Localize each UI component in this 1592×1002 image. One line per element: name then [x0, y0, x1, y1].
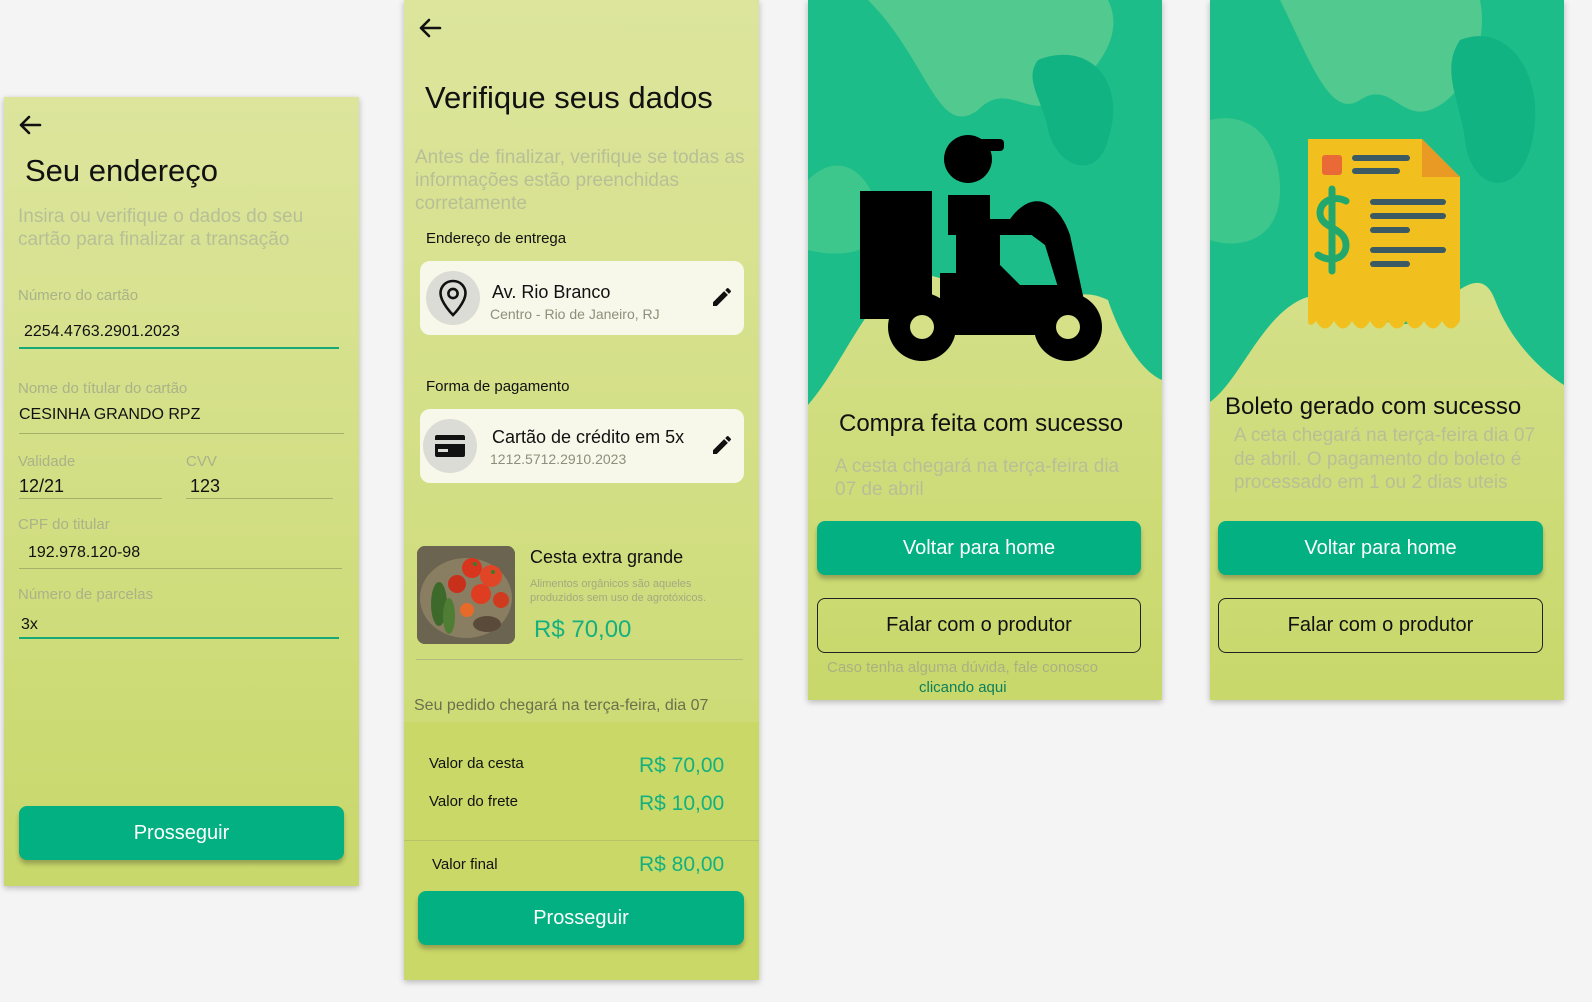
- home-button[interactable]: Voltar para home: [1218, 521, 1543, 575]
- edit-pencil-icon[interactable]: [710, 433, 734, 457]
- cvv-underline: [186, 498, 333, 499]
- summary-divider: [404, 840, 759, 841]
- home-button[interactable]: Voltar para home: [817, 521, 1141, 575]
- continue-button[interactable]: Prosseguir: [19, 806, 344, 860]
- installments-field[interactable]: 3x: [21, 616, 38, 634]
- card-number-field[interactable]: 2254.4763.2901.2023: [24, 323, 180, 341]
- screen-verify: Verifique seus dados Antes de finalizar,…: [404, 0, 759, 980]
- product-name: Cesta extra grande: [530, 547, 684, 567]
- installments-label: Número de parcelas: [18, 586, 154, 603]
- address-card[interactable]: Av. Rio Branco Centro - Rio de Janeiro, …: [420, 261, 744, 335]
- product-divider: [416, 659, 743, 660]
- page-title: Verifique seus dados: [425, 80, 713, 115]
- product-image: [417, 546, 515, 644]
- back-arrow-icon[interactable]: [16, 111, 44, 139]
- screen-boleto: Boleto gerado com sucesso A ceta chegará…: [1210, 0, 1564, 700]
- holder-name-field[interactable]: CESINHA GRANDO RPZ: [19, 406, 200, 424]
- product-description: Alimentos orgânicos são aqueles produzid…: [530, 578, 707, 604]
- cpf-label: CPF do titular: [18, 516, 110, 533]
- validity-underline: [19, 498, 162, 499]
- edit-pencil-icon[interactable]: [710, 285, 734, 309]
- page-subtitle: Insira ou verifique o dados do seu cartã…: [18, 206, 304, 250]
- product-price: R$ 70,00: [534, 616, 632, 643]
- cvv-field[interactable]: 123: [190, 476, 220, 497]
- back-arrow-icon[interactable]: [416, 14, 444, 42]
- basket-value-label: Valor da cesta: [429, 755, 524, 772]
- total-label: Valor final: [432, 856, 498, 873]
- continue-button[interactable]: Prosseguir: [418, 891, 744, 945]
- validity-label: Validade: [18, 453, 76, 470]
- delivery-scooter-icon: [860, 135, 1102, 361]
- location-pin-icon: [439, 279, 467, 317]
- payment-method: Cartão de crédito em 5x: [492, 427, 685, 447]
- card-icon-wrap: [423, 419, 477, 473]
- basket-value: R$ 70,00: [639, 754, 725, 777]
- page-title: Seu endereço: [25, 153, 219, 188]
- vegetables-photo: [417, 546, 515, 644]
- success-message: A cesta chegará na terça-feira dia 07 de…: [835, 456, 1120, 500]
- contact-producer-button[interactable]: Falar com o produtor: [817, 598, 1141, 653]
- boleto-message: A ceta chegará na terça-feira dia 07 de …: [1234, 425, 1536, 493]
- shipping-value: R$ 10,00: [639, 792, 725, 815]
- shipping-value-label: Valor do frete: [429, 793, 518, 810]
- contact-producer-button[interactable]: Falar com o produtor: [1218, 598, 1543, 653]
- address-street: Av. Rio Branco: [492, 282, 611, 302]
- success-title: Compra feita com sucesso: [839, 410, 1124, 437]
- total-value: R$ 80,00: [639, 853, 725, 876]
- cpf-underline: [19, 568, 342, 569]
- help-link[interactable]: clicando aqui: [919, 679, 1007, 696]
- validity-field[interactable]: 12/21: [19, 476, 64, 497]
- payment-section-title: Forma de pagamento: [426, 378, 570, 395]
- help-text: Caso tenha alguma dúvida, fale conosco: [827, 659, 1099, 676]
- card-number-label: Número do cartão: [18, 287, 139, 304]
- credit-card-icon: [435, 435, 465, 457]
- boleto-receipt-icon: [1308, 139, 1460, 329]
- delivery-section-title: Endereço de entrega: [426, 230, 567, 247]
- boleto-title: Boleto gerado com sucesso: [1225, 393, 1522, 420]
- installments-underline: [19, 637, 339, 639]
- cpf-field[interactable]: 192.978.120-98: [28, 544, 140, 562]
- payment-card-number: 1212.5712.2910.2023: [490, 451, 627, 467]
- delivery-note: Seu pedido chegará na terça-feira, dia 0…: [414, 697, 709, 714]
- screen-address: Seu endereço Insira ou verifique o dados…: [4, 97, 359, 886]
- cvv-label: CVV: [186, 453, 217, 470]
- holder-name-label: Nome do títular do cartão: [18, 380, 188, 397]
- screen-success: Compra feita com sucesso A cesta chegará…: [808, 0, 1162, 700]
- page-subtitle: Antes de finalizar, verifique se todas a…: [415, 147, 745, 214]
- card-number-underline: [19, 347, 339, 349]
- holder-name-underline: [19, 433, 344, 434]
- address-detail: Centro - Rio de Janeiro, RJ: [490, 306, 660, 322]
- payment-card[interactable]: Cartão de crédito em 5x 1212.5712.2910.2…: [420, 409, 744, 483]
- location-icon-wrap: [426, 271, 480, 325]
